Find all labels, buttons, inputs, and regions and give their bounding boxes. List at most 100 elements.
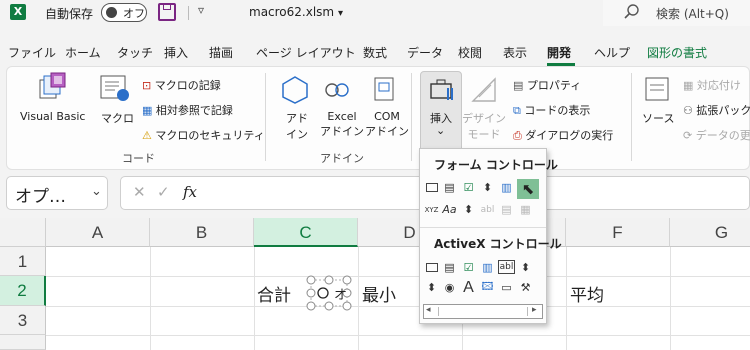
scroll-right-icon[interactable]: ▸ bbox=[532, 305, 537, 315]
activex-scroll-bar-icon[interactable]: ⬍ bbox=[517, 259, 534, 276]
tab-page-layout[interactable]: ページ レイアウト bbox=[256, 44, 356, 61]
chevron-down-icon[interactable]: ⌄ bbox=[91, 184, 102, 199]
form-controls-title: フォーム コントロール bbox=[434, 158, 558, 172]
column-header-a[interactable]: A bbox=[46, 218, 150, 247]
form-scroll-bar-icon[interactable]: ⬍ bbox=[460, 201, 477, 218]
refresh-data-icon: ⟳ bbox=[683, 129, 693, 142]
relative-ref-button[interactable]: ▦ 相対参照で記録 bbox=[142, 102, 233, 118]
file-name[interactable]: macro62.xlsm ▾ bbox=[249, 5, 343, 19]
design-mode-button[interactable]: デザイン モード bbox=[462, 110, 506, 142]
tab-shape-format[interactable]: 図形の書式 bbox=[647, 44, 707, 61]
form-combo-list-icon: ▤ bbox=[501, 203, 512, 216]
tab-file[interactable]: ファイル bbox=[8, 44, 56, 61]
map-properties-button[interactable]: ▦ 対応付け bbox=[683, 77, 741, 93]
expansion-packs-label: 拡張パック bbox=[696, 104, 750, 117]
source-icon bbox=[645, 77, 669, 101]
form-group-box-icon[interactable]: XYZ bbox=[423, 201, 440, 218]
form-combo-box-icon[interactable]: ▤ bbox=[441, 179, 458, 196]
refresh-data-button[interactable]: ⟳ データの更 bbox=[683, 127, 750, 143]
activex-image-icon[interactable]: 🖾 bbox=[479, 279, 496, 296]
search-box[interactable]: 検索 (Alt+Q) bbox=[603, 0, 750, 26]
row-header-3[interactable]: 3 bbox=[0, 306, 46, 335]
toolbox-icon bbox=[430, 79, 453, 100]
run-dialog-button[interactable]: ⎙ ダイアログの実行 bbox=[513, 127, 613, 143]
tab-draw[interactable]: 描画 bbox=[209, 44, 233, 61]
more-controls-icon[interactable]: ⚒ bbox=[517, 279, 534, 296]
insert-controls-button[interactable]: 挿入 ⌄ bbox=[420, 71, 462, 153]
form-checkbox-icon[interactable]: ☑ bbox=[460, 179, 477, 196]
customize-qat-icon[interactable]: ▿ bbox=[198, 3, 204, 17]
com-addins-button[interactable]: COM アドイン bbox=[365, 110, 409, 139]
tab-data[interactable]: データ bbox=[407, 44, 443, 61]
relative-ref-icon: ▦ bbox=[142, 104, 153, 117]
row-header-1[interactable]: 1 bbox=[0, 247, 46, 276]
excel-logo-icon: X bbox=[10, 4, 26, 20]
formula-buttons: ✕ ✓ fx bbox=[120, 176, 210, 210]
row-header-2[interactable]: 2 bbox=[0, 276, 46, 306]
worksheet-grid: A B C D E F G 1 2 3 合計 オ 最小 平均 bbox=[0, 218, 750, 350]
record-macro-button[interactable]: ⊡ マクロの記録 bbox=[142, 77, 221, 93]
activex-toggle-button-icon[interactable]: ▭ bbox=[498, 279, 515, 296]
expansion-packs-icon: ⚇ bbox=[683, 104, 693, 117]
form-list-box-icon[interactable]: ▥ bbox=[498, 179, 515, 196]
select-all-corner[interactable] bbox=[0, 218, 46, 247]
name-box[interactable]: オプ… ⌄ bbox=[6, 176, 108, 210]
activex-spin-button-icon[interactable]: ⬍ bbox=[423, 279, 440, 296]
cell-d2[interactable]: 最小 bbox=[362, 281, 396, 306]
view-code-button[interactable]: ⧉ コードの表示 bbox=[513, 102, 590, 118]
group-separator bbox=[631, 73, 632, 161]
group-separator bbox=[265, 73, 266, 161]
visual-basic-button[interactable]: Visual Basic bbox=[20, 110, 85, 123]
toggle-knob bbox=[106, 7, 117, 18]
file-name-text: macro62.xlsm bbox=[249, 5, 335, 19]
column-header-g[interactable]: G bbox=[670, 218, 750, 247]
save-icon[interactable] bbox=[158, 3, 176, 21]
qat-divider bbox=[188, 6, 189, 20]
enter-icon[interactable]: ✓ bbox=[157, 183, 170, 201]
tab-touch[interactable]: タッチ bbox=[117, 44, 153, 61]
cell-c2[interactable]: 合計 bbox=[257, 281, 291, 306]
form-option-button-icon[interactable]: ⬉ bbox=[517, 179, 539, 199]
form-button-icon[interactable] bbox=[423, 179, 440, 196]
properties-button[interactable]: ▤ プロパティ bbox=[513, 77, 581, 93]
autosave-toggle[interactable]: オフ bbox=[101, 3, 147, 22]
tab-insert[interactable]: 挿入 bbox=[164, 44, 188, 61]
tab-review[interactable]: 校閲 bbox=[458, 44, 482, 61]
source-button[interactable]: ソース bbox=[642, 110, 674, 126]
column-header-f[interactable]: F bbox=[566, 218, 670, 247]
controls-scrollbar[interactable]: ◂ ▸ bbox=[423, 304, 543, 319]
macro-button[interactable]: マクロ bbox=[101, 110, 134, 126]
activex-text-box-icon[interactable]: abl bbox=[498, 260, 515, 274]
form-label-icon[interactable]: Aa bbox=[441, 201, 458, 218]
tab-home[interactable]: ホーム bbox=[65, 44, 101, 61]
insert-function-icon[interactable]: fx bbox=[183, 183, 197, 201]
activex-combo-box-icon[interactable]: ▤ bbox=[441, 259, 458, 276]
cancel-icon[interactable]: ✕ bbox=[133, 183, 146, 201]
activex-command-button-icon[interactable] bbox=[423, 259, 440, 276]
activex-checkbox-icon[interactable]: ☑ bbox=[460, 259, 477, 276]
activex-list-box-icon[interactable]: ▥ bbox=[479, 259, 496, 276]
activex-label-icon[interactable]: A bbox=[460, 279, 477, 296]
map-properties-icon: ▦ bbox=[683, 79, 694, 92]
scroll-track[interactable] bbox=[438, 307, 528, 316]
row-header-4[interactable] bbox=[0, 335, 46, 350]
form-spin-button-icon[interactable]: ⬍ bbox=[479, 179, 496, 196]
scroll-left-icon[interactable]: ◂ bbox=[426, 305, 431, 315]
ribbon-tabs: ファイル ホーム タッチ 挿入 描画 ページ レイアウト 数式 データ 校閲 表… bbox=[0, 38, 750, 66]
tab-formulas[interactable]: 数式 bbox=[363, 44, 387, 61]
excel-addins-button[interactable]: Excel アドイン bbox=[320, 110, 364, 139]
column-header-c[interactable]: C bbox=[254, 218, 358, 247]
warning-icon: ⚠ bbox=[142, 129, 152, 142]
macro-security-button[interactable]: ⚠ マクロのセキュリティ bbox=[142, 127, 265, 143]
code-group-label: コード bbox=[122, 152, 155, 165]
activex-option-button-icon[interactable]: ◉ bbox=[441, 279, 458, 296]
grid-line bbox=[46, 276, 750, 277]
cell-f2[interactable]: 平均 bbox=[570, 281, 604, 306]
tab-help[interactable]: ヘルプ bbox=[594, 44, 630, 61]
autosave-state: オフ bbox=[123, 7, 145, 20]
expansion-packs-button[interactable]: ⚇ 拡張パック bbox=[683, 102, 750, 118]
tab-developer[interactable]: 開発 bbox=[547, 44, 571, 61]
column-header-b[interactable]: B bbox=[150, 218, 254, 247]
tab-view[interactable]: 表示 bbox=[503, 44, 527, 61]
addins-button[interactable]: アド イン bbox=[286, 110, 308, 142]
